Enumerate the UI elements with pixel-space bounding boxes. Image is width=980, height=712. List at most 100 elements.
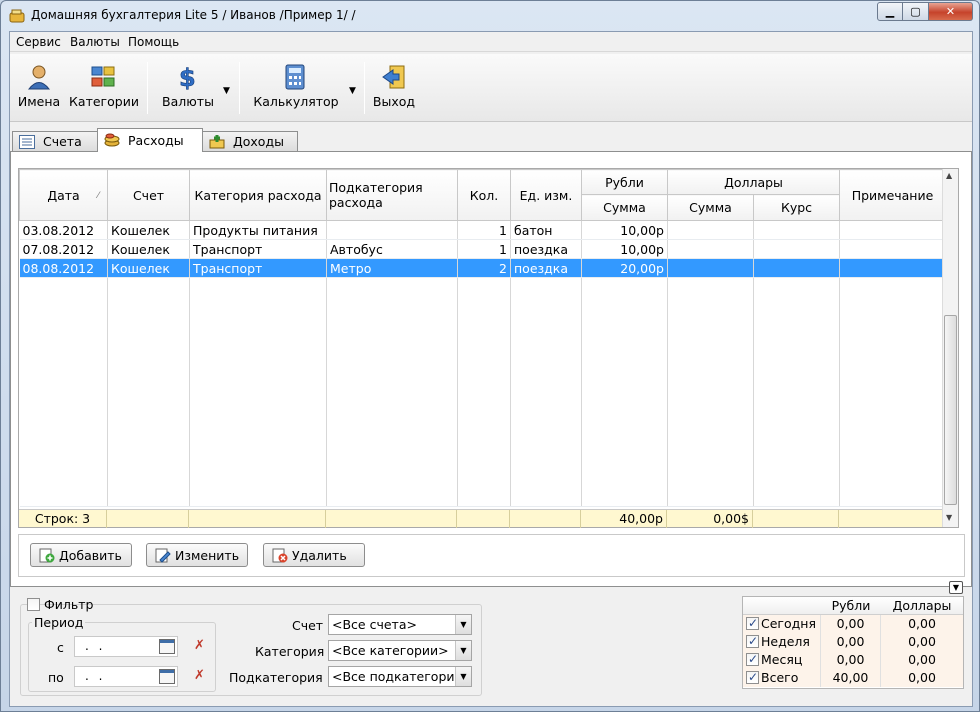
col-unit[interactable]: Ед. изм. bbox=[510, 169, 582, 221]
tab-expenses-label: Расходы bbox=[128, 133, 184, 148]
totals-checkbox[interactable] bbox=[746, 633, 759, 650]
tab-expenses[interactable]: Расходы bbox=[97, 128, 203, 152]
totals-rub: 0,00 bbox=[821, 633, 881, 651]
categories-button[interactable]: Категории bbox=[68, 60, 140, 116]
exit-button[interactable]: Выход bbox=[370, 60, 418, 116]
totals-header: Рубли Доллары bbox=[743, 597, 963, 615]
cell-date: 08.08.2012 bbox=[19, 258, 108, 278]
date-to-field[interactable]: . . bbox=[74, 666, 178, 687]
edit-label: Изменить bbox=[175, 548, 240, 563]
table-row[interactable]: 07.08.2012 Кошелек Транспорт Автобус 1 п… bbox=[19, 239, 946, 259]
cell-unit: поездка bbox=[510, 239, 582, 259]
account-filter-value: <Все счета> bbox=[332, 617, 417, 632]
totals-checkbox[interactable] bbox=[746, 615, 759, 632]
chevron-down-icon[interactable]: ▼ bbox=[455, 615, 471, 634]
cell-category: Продукты питания bbox=[189, 220, 327, 240]
filter-label: Фильтр bbox=[44, 597, 94, 612]
add-label: Добавить bbox=[59, 548, 122, 563]
col-date[interactable]: Дата ⁄ bbox=[19, 169, 108, 221]
col-subcategory[interactable]: Подкатегория расхода bbox=[326, 169, 458, 221]
scroll-down-icon[interactable]: ▼ bbox=[946, 513, 952, 522]
calculator-button[interactable]: Калькулятор bbox=[248, 60, 344, 116]
calendar-icon[interactable] bbox=[159, 639, 175, 654]
tab-accounts[interactable]: Счета bbox=[12, 131, 98, 151]
calendar-icon[interactable] bbox=[159, 669, 175, 684]
col-note[interactable]: Примечание bbox=[839, 169, 946, 221]
chevron-down-icon[interactable]: ▼ bbox=[455, 641, 471, 660]
col-category[interactable]: Категория расхода bbox=[189, 169, 327, 221]
cell-note bbox=[839, 220, 946, 240]
col-usd-rate[interactable]: Курс bbox=[753, 194, 840, 221]
names-button[interactable]: Имена bbox=[14, 60, 64, 116]
totals-checkbox[interactable] bbox=[746, 651, 759, 668]
account-filter-select[interactable]: <Все счета> ▼ bbox=[328, 614, 472, 635]
collapse-button[interactable]: ▼ bbox=[949, 581, 963, 594]
cell-usd-sum bbox=[667, 239, 754, 259]
cell-category: Транспорт bbox=[189, 239, 327, 259]
totals-label: Всего bbox=[761, 670, 799, 685]
delete-button[interactable]: Удалить bbox=[263, 543, 365, 567]
col-qty[interactable]: Кол. bbox=[457, 169, 511, 221]
table-row-selected[interactable]: 08.08.2012 Кошелек Транспорт Метро 2 пое… bbox=[19, 258, 946, 278]
menu-service[interactable]: Сервис bbox=[16, 35, 61, 49]
app-window: Домашняя бухгалтерия Lite 5 / Иванов /Пр… bbox=[0, 0, 980, 712]
list-icon bbox=[19, 135, 35, 149]
coins-icon bbox=[104, 133, 120, 147]
income-icon bbox=[209, 135, 225, 149]
add-icon bbox=[39, 548, 55, 563]
table-row[interactable]: 03.08.2012 Кошелек Продукты питания 1 ба… bbox=[19, 220, 946, 240]
col-usd-sum[interactable]: Сумма bbox=[667, 194, 754, 221]
client-area: Сервис Валюты Помощь Имена Категории $ В… bbox=[9, 31, 973, 707]
rub-total: 40,00р bbox=[581, 510, 667, 528]
person-icon bbox=[27, 65, 51, 90]
calculator-dropdown-icon[interactable]: ▼ bbox=[349, 86, 356, 96]
minimize-icon: ▁ bbox=[885, 5, 895, 18]
totals-usd: 0,00 bbox=[881, 651, 963, 669]
edit-button[interactable]: Изменить bbox=[146, 543, 248, 567]
close-button[interactable]: ✕ bbox=[929, 2, 973, 21]
totals-rub: 40,00 bbox=[821, 669, 881, 687]
col-account[interactable]: Счет bbox=[107, 169, 190, 221]
currencies-dropdown-icon[interactable]: ▼ bbox=[223, 86, 230, 96]
close-icon: ✕ bbox=[945, 5, 956, 18]
delete-label: Удалить bbox=[292, 548, 347, 563]
to-label: по bbox=[48, 670, 64, 685]
tab-income[interactable]: Доходы bbox=[202, 131, 298, 151]
totals-checkbox[interactable] bbox=[746, 669, 759, 686]
menu-currencies[interactable]: Валюты bbox=[70, 35, 120, 49]
cell-usd-rate bbox=[753, 220, 840, 240]
cell-usd-sum bbox=[667, 258, 754, 278]
menu-help[interactable]: Помощь bbox=[128, 35, 179, 49]
grid-vertical-scrollbar[interactable]: ▲ ▼ bbox=[942, 169, 958, 527]
currencies-button[interactable]: $ Валюты bbox=[156, 60, 220, 116]
cell-qty: 1 bbox=[457, 239, 511, 259]
clear-date-icon[interactable]: ✗ bbox=[194, 639, 208, 653]
totals-label: Неделя bbox=[761, 634, 810, 649]
subcategory-filter-value: <Все подкатегори bbox=[332, 669, 455, 684]
date-to-value: . . bbox=[85, 669, 106, 683]
chevron-down-icon: ▼ bbox=[952, 583, 960, 592]
totals-row: Сегодня 0,00 0,00 bbox=[743, 615, 963, 633]
date-from-field[interactable]: . . bbox=[74, 636, 178, 657]
chevron-down-icon[interactable]: ▼ bbox=[455, 667, 471, 686]
col-rub-sum[interactable]: Сумма bbox=[581, 194, 668, 221]
add-button[interactable]: Добавить bbox=[30, 543, 132, 567]
title-bar: Домашняя бухгалтерия Lite 5 / Иванов /Пр… bbox=[1, 1, 979, 31]
categories-label: Категории bbox=[69, 94, 139, 109]
totals-row: Всего 40,00 0,00 bbox=[743, 669, 963, 687]
category-filter-value: <Все категории> bbox=[332, 643, 449, 658]
clear-date-icon[interactable]: ✗ bbox=[194, 669, 208, 683]
menu-bar: Сервис Валюты Помощь bbox=[10, 32, 972, 52]
category-filter-select[interactable]: <Все категории> ▼ bbox=[328, 640, 472, 661]
calculator-icon bbox=[285, 64, 305, 90]
subcategory-filter-select[interactable]: <Все подкатегори ▼ bbox=[328, 666, 472, 687]
scroll-up-icon[interactable]: ▲ bbox=[946, 171, 952, 180]
tab-strip: Счета Расходы Доходы bbox=[10, 128, 972, 152]
minimize-button[interactable]: ▁ bbox=[877, 2, 903, 21]
exit-icon bbox=[382, 65, 405, 89]
cell-unit: поездка bbox=[510, 258, 582, 278]
account-filter-label: Счет bbox=[292, 618, 324, 633]
scroll-thumb[interactable] bbox=[944, 315, 957, 505]
maximize-button[interactable]: ▢ bbox=[903, 2, 929, 21]
filter-checkbox[interactable] bbox=[27, 598, 40, 611]
